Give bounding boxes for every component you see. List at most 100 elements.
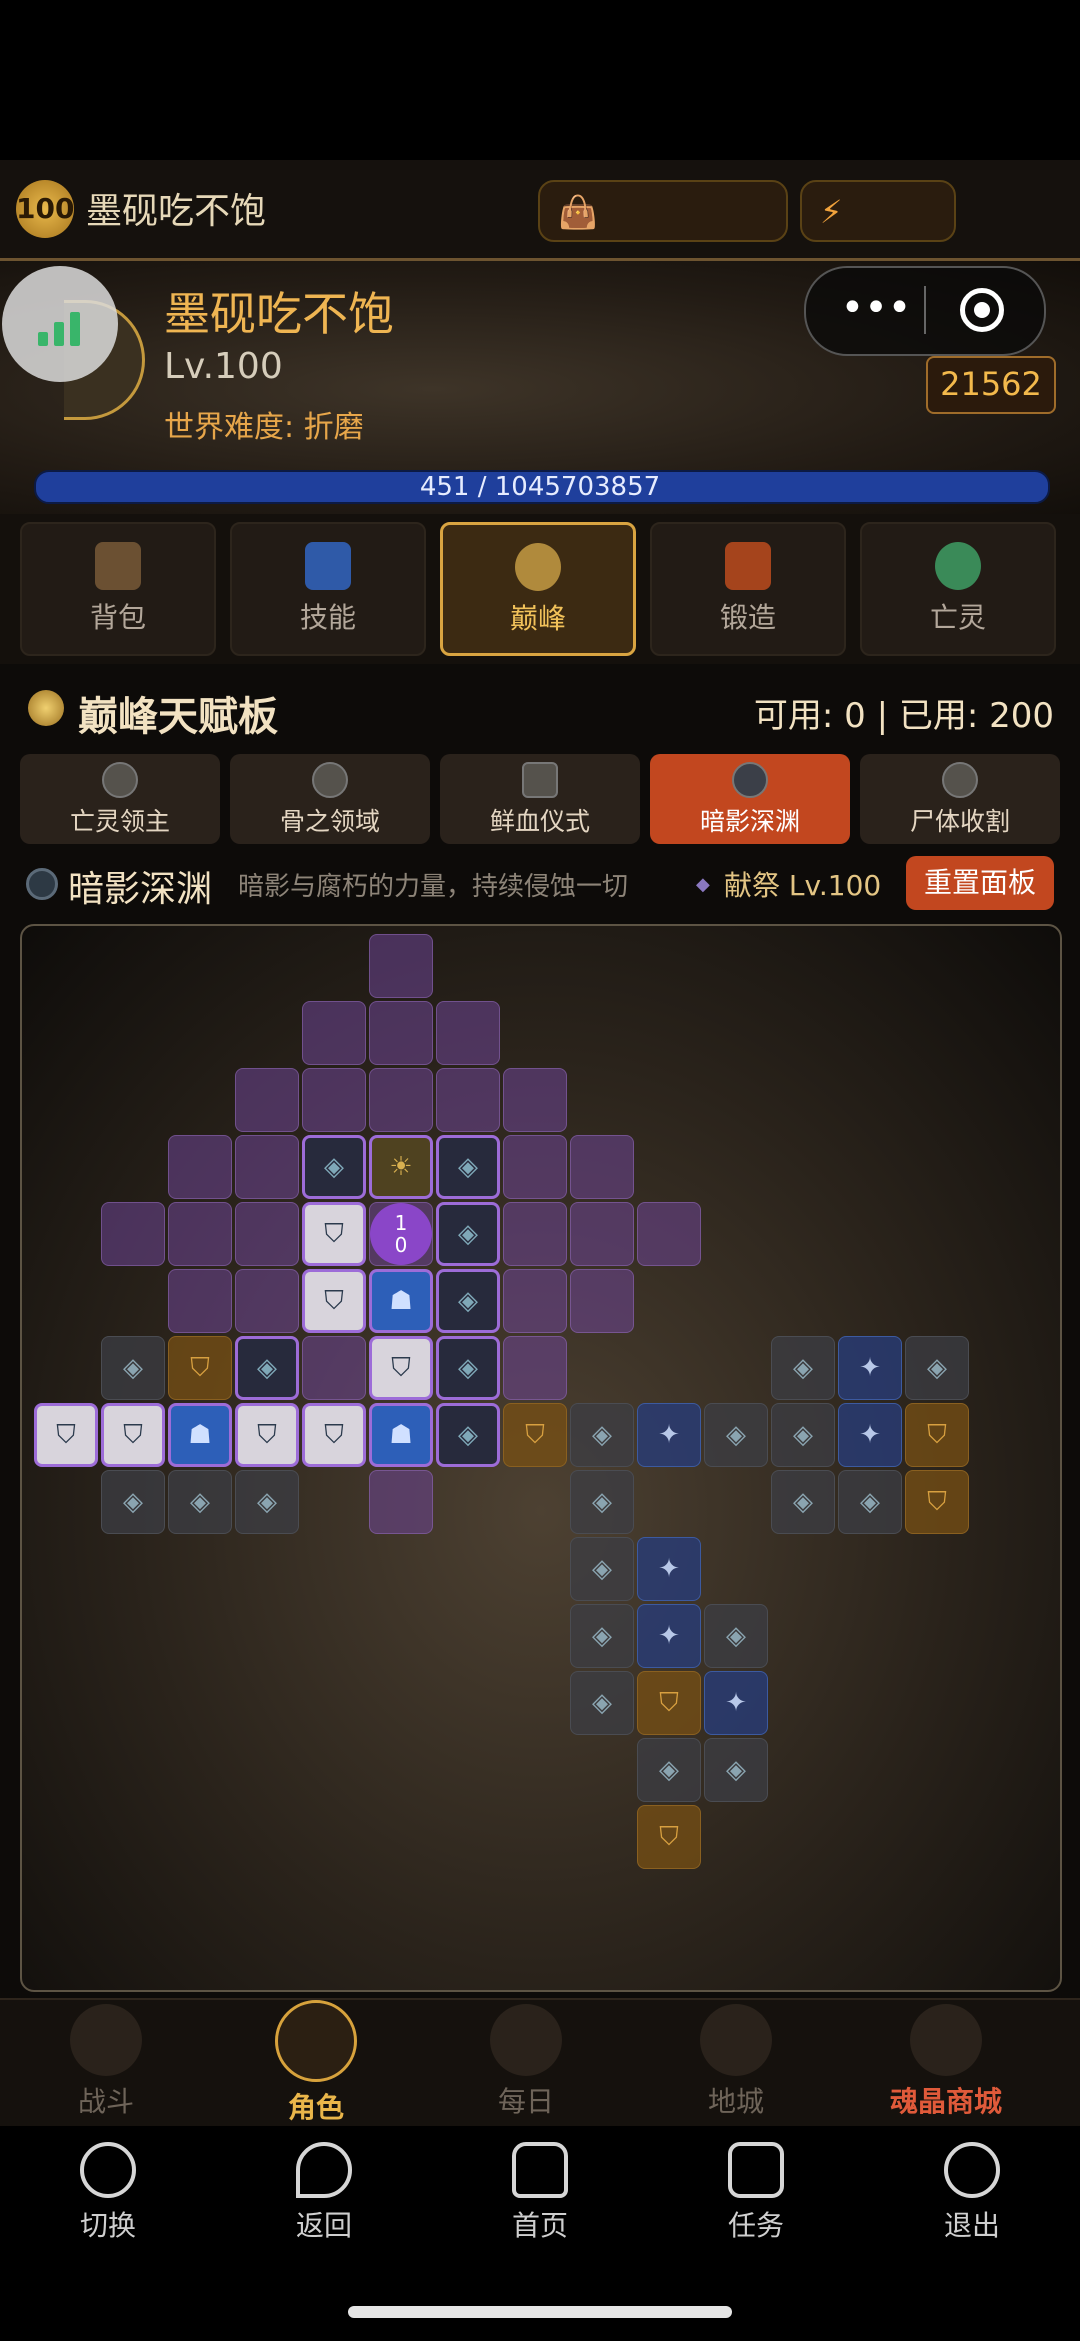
subtab-blood-ritual[interactable]: 鲜血仪式 bbox=[440, 754, 640, 844]
board-tile[interactable] bbox=[637, 1202, 701, 1266]
board-node[interactable]: ☗ bbox=[168, 1403, 232, 1467]
bottom-nav-shop[interactable]: 魂晶商城 bbox=[866, 2000, 1026, 2120]
board-node[interactable]: ◈ bbox=[436, 1403, 500, 1467]
board-node[interactable]: ◈ bbox=[570, 1604, 634, 1668]
board-node[interactable]: ✦ bbox=[637, 1403, 701, 1467]
board-node[interactable]: ◈ bbox=[838, 1470, 902, 1534]
board-tile[interactable] bbox=[235, 1068, 299, 1132]
board-tile[interactable] bbox=[369, 1068, 433, 1132]
bottom-nav-daily[interactable]: 每日 bbox=[446, 2000, 606, 2120]
board-node[interactable]: ◈ bbox=[771, 1403, 835, 1467]
board-node[interactable]: ◈ bbox=[905, 1336, 969, 1400]
board-node[interactable]: ⛉ bbox=[302, 1202, 366, 1266]
board-tile[interactable] bbox=[503, 1336, 567, 1400]
board-node[interactable]: ◈ bbox=[168, 1470, 232, 1534]
glyph-orb[interactable]: 10 bbox=[370, 1203, 432, 1265]
board-node[interactable]: ◈ bbox=[570, 1470, 634, 1534]
board-node[interactable]: ◈ bbox=[235, 1336, 299, 1400]
board-node[interactable]: ⛉ bbox=[34, 1403, 98, 1467]
board-tile[interactable] bbox=[302, 1068, 366, 1132]
board-tile[interactable] bbox=[570, 1135, 634, 1199]
board-tile[interactable] bbox=[168, 1269, 232, 1333]
board-node[interactable]: ⛉ bbox=[302, 1403, 366, 1467]
board-tile[interactable] bbox=[369, 1001, 433, 1065]
board-node[interactable]: ◈ bbox=[436, 1336, 500, 1400]
board-tile[interactable] bbox=[168, 1202, 232, 1266]
board-node[interactable]: ⛉ bbox=[503, 1403, 567, 1467]
board-node[interactable]: ◈ bbox=[436, 1135, 500, 1199]
board-node[interactable]: ◈ bbox=[570, 1403, 634, 1467]
board-node[interactable]: ⛉ bbox=[101, 1403, 165, 1467]
board-tile[interactable] bbox=[503, 1068, 567, 1132]
board-node[interactable]: ◈ bbox=[235, 1470, 299, 1534]
board-node[interactable]: ✦ bbox=[838, 1403, 902, 1467]
board-node[interactable]: ⛉ bbox=[302, 1269, 366, 1333]
bottom-nav-battle[interactable]: 战斗 bbox=[26, 2000, 186, 2120]
board-tile[interactable] bbox=[570, 1202, 634, 1266]
board-node[interactable]: ◈ bbox=[704, 1403, 768, 1467]
subtab-corpse-harvest[interactable]: 尸体收割 bbox=[860, 754, 1060, 844]
board-node[interactable]: ◈ bbox=[101, 1336, 165, 1400]
home-button[interactable]: 首页 bbox=[470, 2138, 610, 2244]
board-node[interactable]: ⛉ bbox=[637, 1805, 701, 1869]
board-node[interactable]: ⛉ bbox=[905, 1470, 969, 1534]
board-node[interactable]: ◈ bbox=[436, 1269, 500, 1333]
tab-undead[interactable]: 亡灵 bbox=[860, 522, 1056, 656]
board-node[interactable]: ◈ bbox=[101, 1470, 165, 1534]
board-tile[interactable] bbox=[235, 1269, 299, 1333]
board-node[interactable]: ✦ bbox=[637, 1604, 701, 1668]
subtab-bone-domain[interactable]: 骨之领域 bbox=[230, 754, 430, 844]
board-node[interactable]: ◈ bbox=[771, 1336, 835, 1400]
bottom-nav-dungeon[interactable]: 地城 bbox=[656, 2000, 816, 2120]
board-node[interactable]: ⛉ bbox=[637, 1671, 701, 1735]
exit-button[interactable]: 退出 bbox=[902, 2138, 1042, 2244]
board-node[interactable]: ◈ bbox=[570, 1671, 634, 1735]
board-node[interactable]: ☗ bbox=[369, 1403, 433, 1467]
board-tile[interactable] bbox=[436, 1068, 500, 1132]
board-node[interactable]: ⛉ bbox=[905, 1403, 969, 1467]
board-node[interactable]: ◈ bbox=[570, 1537, 634, 1601]
subtab-shadow-abyss[interactable]: 暗影深渊 bbox=[650, 754, 850, 844]
board-tile[interactable] bbox=[436, 1001, 500, 1065]
more-icon[interactable]: ••• bbox=[836, 286, 916, 334]
tab-forge[interactable]: 锻造 bbox=[650, 522, 846, 656]
signal-icon[interactable] bbox=[2, 266, 118, 382]
board-tile[interactable] bbox=[235, 1202, 299, 1266]
board-tile[interactable] bbox=[503, 1202, 567, 1266]
bottom-nav-character[interactable]: 角色 bbox=[236, 2000, 396, 2126]
tab-skill[interactable]: 技能 bbox=[230, 522, 426, 656]
board-tile[interactable] bbox=[235, 1135, 299, 1199]
board-tile[interactable] bbox=[503, 1269, 567, 1333]
back-button[interactable]: 返回 bbox=[254, 2138, 394, 2244]
board-node[interactable]: ⛉ bbox=[369, 1336, 433, 1400]
board-tile[interactable] bbox=[570, 1269, 634, 1333]
board-node[interactable]: ✦ bbox=[704, 1671, 768, 1735]
board-node[interactable]: ⛉ bbox=[235, 1403, 299, 1467]
board-node[interactable]: ◈ bbox=[302, 1135, 366, 1199]
board-tile[interactable] bbox=[503, 1135, 567, 1199]
switch-button[interactable]: 切换 bbox=[38, 2138, 178, 2244]
board-node[interactable]: ◈ bbox=[637, 1738, 701, 1802]
board-tile[interactable] bbox=[302, 1336, 366, 1400]
reset-board-button[interactable]: 重置面板 bbox=[906, 856, 1054, 910]
board-node[interactable]: ◈ bbox=[771, 1470, 835, 1534]
board-node[interactable]: ✦ bbox=[838, 1336, 902, 1400]
board-tile[interactable] bbox=[302, 1001, 366, 1065]
board-node[interactable]: ◈ bbox=[704, 1738, 768, 1802]
subtab-undead-lord[interactable]: 亡灵领主 bbox=[20, 754, 220, 844]
board-node[interactable]: ◈ bbox=[704, 1604, 768, 1668]
glyph-socket[interactable]: 10 bbox=[369, 1202, 433, 1266]
task-button[interactable]: 任务 bbox=[686, 2138, 826, 2244]
board-tile[interactable] bbox=[369, 934, 433, 998]
tab-paragon[interactable]: 巅峰 bbox=[440, 522, 636, 656]
board-node[interactable]: ⛉ bbox=[168, 1336, 232, 1400]
close-target-icon[interactable] bbox=[960, 288, 1004, 332]
board-node[interactable]: ☀ bbox=[369, 1135, 433, 1199]
board-tile[interactable] bbox=[168, 1135, 232, 1199]
board-tile[interactable] bbox=[369, 1470, 433, 1534]
tab-backpack[interactable]: 背包 bbox=[20, 522, 216, 656]
board-node[interactable]: ◈ bbox=[436, 1202, 500, 1266]
board-node[interactable]: ✦ bbox=[637, 1537, 701, 1601]
board-node[interactable]: ☗ bbox=[369, 1269, 433, 1333]
board-tile[interactable] bbox=[101, 1202, 165, 1266]
